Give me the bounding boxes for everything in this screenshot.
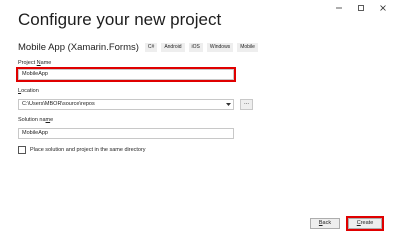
create-button-rest: reate — [360, 220, 374, 226]
solution-name-label-pre: Solution na — [18, 117, 46, 123]
location-dropdown[interactable]: C:\Users\MBOR\source\repos — [18, 99, 234, 110]
chevron-down-icon — [226, 103, 231, 106]
back-button[interactable]: Back — [310, 218, 340, 229]
close-icon[interactable] — [372, 2, 394, 14]
page-title: Configure your new project — [18, 10, 222, 29]
same-directory-checkbox[interactable] — [18, 146, 26, 154]
minimize-icon[interactable] — [328, 2, 350, 14]
maximize-icon[interactable] — [350, 2, 372, 14]
project-name-input[interactable]: MobileApp — [16, 67, 236, 82]
template-info: Mobile App (Xamarin.Forms) C# Android iO… — [18, 42, 262, 53]
same-directory-label: Place solution and project in the same d… — [30, 147, 146, 153]
template-name: Mobile App (Xamarin.Forms) — [18, 42, 139, 53]
location-label: Location — [18, 88, 39, 94]
create-button[interactable]: Create — [346, 216, 384, 231]
solution-name-label-post: e — [50, 117, 54, 123]
browse-button[interactable]: ... — [240, 99, 253, 110]
window-controls — [328, 2, 394, 14]
location-value: C:\Users\MBOR\source\repos — [22, 101, 95, 107]
tag-mobile: Mobile — [237, 43, 258, 52]
same-directory-option[interactable]: Place solution and project in the same d… — [18, 146, 146, 154]
location-label-rest: ocation — [21, 88, 39, 94]
back-button-rest: ack — [322, 220, 332, 226]
tag-ios: iOS — [188, 43, 203, 52]
tag-android: Android — [161, 43, 185, 52]
tag-csharp: C# — [144, 43, 158, 52]
project-name-label-pre: Project — [18, 60, 37, 66]
dialog-window: Configure your new project Mobile App (X… — [0, 0, 400, 246]
project-name-label-post: ame — [40, 60, 52, 66]
solution-name-input[interactable]: MobileApp — [18, 128, 234, 139]
solution-name-label: Solution name — [18, 117, 53, 123]
project-name-label: Project Name — [18, 60, 51, 66]
tag-windows: Windows — [206, 43, 234, 52]
